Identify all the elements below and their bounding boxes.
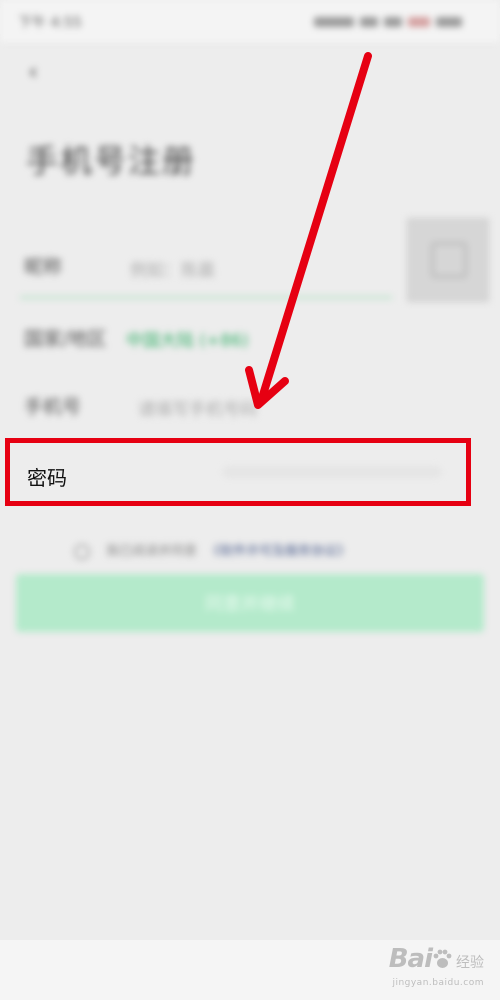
back-arrow-icon[interactable]: ‹ <box>18 60 48 86</box>
status-time: 下午 4:55 <box>18 15 82 31</box>
status-bar: 下午 4:55 <box>0 0 500 42</box>
page-title: 手机号注册 <box>26 142 197 180</box>
watermark-brand-right: 经验 <box>456 955 484 971</box>
phone-label: 手机号 <box>24 396 82 418</box>
agreement-text: 我已阅读并同意 <box>106 544 198 559</box>
nickname-input[interactable]: 例如：陈晨 <box>130 256 215 281</box>
agreement-checkbox[interactable] <box>74 543 90 560</box>
highlight-box <box>5 438 471 506</box>
avatar-placeholder-icon[interactable] <box>407 218 489 302</box>
baidu-jingyan-watermark: Bai 经验 jingyan.baidu.com <box>388 944 484 988</box>
agreement-link[interactable]: 《软件许可及服务协议》 <box>207 544 350 559</box>
arrow-shaft <box>258 52 372 402</box>
watermark-url: jingyan.baidu.com <box>392 978 484 988</box>
region-label: 国家/地区 <box>24 328 107 350</box>
watermark-brand-left: Bai <box>388 944 433 974</box>
paw-icon <box>433 949 452 968</box>
submit-button[interactable]: 同意并继续 <box>16 574 484 632</box>
nickname-label: 昵称 <box>24 256 63 278</box>
status-icons <box>308 12 478 27</box>
agreement-row: 我已阅读并同意 《软件许可及服务协议》 <box>74 540 350 560</box>
phone-input[interactable]: 请填写手机号码 <box>138 395 257 420</box>
nickname-underline <box>20 296 392 299</box>
region-selector[interactable]: 中国大陆 (+86) <box>126 326 249 351</box>
